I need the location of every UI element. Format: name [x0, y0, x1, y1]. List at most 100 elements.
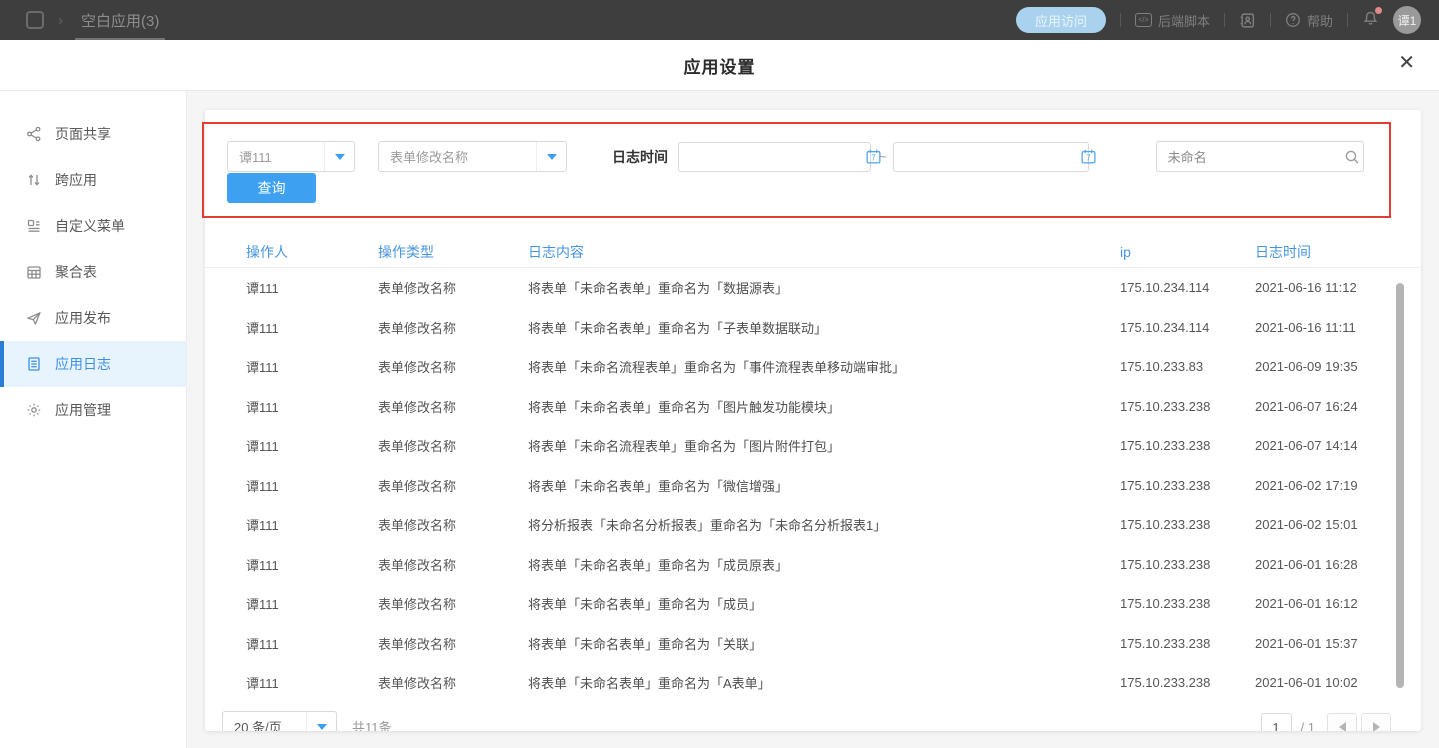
- table-row[interactable]: 谭111 表单修改名称 将表单「未命名表单」重命名为「成员」 175.10.23…: [205, 584, 1421, 624]
- calendar-icon[interactable]: 7: [1080, 148, 1097, 165]
- search-icon[interactable]: [1344, 149, 1360, 165]
- sidebar-item-app-publish[interactable]: 应用发布: [0, 295, 186, 341]
- cell-type: 表单修改名称: [378, 397, 528, 416]
- sidebar-item-label: 应用管理: [55, 400, 111, 420]
- cell-ip: 175.10.234.114: [1120, 280, 1255, 295]
- modal-header: 应用设置 ✕: [0, 40, 1439, 91]
- col-operator[interactable]: 操作人: [246, 242, 378, 262]
- table-body: 谭111 表单修改名称 将表单「未命名表单」重命名为「数据源表」 175.10.…: [205, 268, 1421, 703]
- sidebar-item-cross-app[interactable]: 跨应用: [0, 157, 186, 203]
- app-home-icon[interactable]: [26, 11, 44, 29]
- pagination-right: 1 / 1: [1261, 713, 1391, 731]
- aggregate-table-icon: [25, 264, 42, 281]
- cell-content: 将表单「未命名流程表单」重命名为「事件流程表单移动端审批」: [528, 357, 1120, 376]
- cell-ip: 175.10.233.238: [1120, 596, 1255, 611]
- sidebar-item-custom-menu[interactable]: 自定义菜单: [0, 203, 186, 249]
- col-ip[interactable]: ip: [1120, 244, 1255, 260]
- cell-ip: 175.10.233.238: [1120, 399, 1255, 414]
- table-row[interactable]: 谭111 表单修改名称 将表单「未命名表单」重命名为「子表单数据联动」 175.…: [205, 308, 1421, 348]
- help-button[interactable]: 帮助: [1285, 11, 1333, 30]
- user-avatar[interactable]: 谭1: [1393, 6, 1421, 34]
- sidebar-item-page-share[interactable]: 页面共享: [0, 111, 186, 157]
- chevron-down-icon: [324, 142, 354, 171]
- sidebar-item-app-manage[interactable]: 应用管理: [0, 387, 186, 433]
- close-icon[interactable]: ✕: [1398, 53, 1415, 73]
- svg-text:7: 7: [1086, 153, 1091, 162]
- table-row[interactable]: 谭111 表单修改名称 将表单「未命名表单」重命名为「成员原表」 175.10.…: [205, 545, 1421, 585]
- table-row[interactable]: 谭111 表单修改名称 将分析报表「未命名分析报表」重命名为「未命名分析报表1」…: [205, 505, 1421, 545]
- divider: [1270, 13, 1271, 27]
- cell-operator: 谭111: [246, 278, 378, 297]
- cell-operator: 谭111: [246, 476, 378, 495]
- filter-bar: 谭111 表单修改名称 日志时间 7 ~: [205, 110, 1421, 172]
- sidebar-item-aggregate-table[interactable]: 聚合表: [0, 249, 186, 295]
- date-from-field[interactable]: 7: [678, 142, 871, 172]
- cell-operator: 谭111: [246, 436, 378, 455]
- log-time-label: 日志时间: [612, 147, 668, 167]
- page-size-select[interactable]: 20 条/页: [222, 711, 337, 731]
- log-card: 谭111 表单修改名称 日志时间 7 ~: [205, 110, 1421, 731]
- address-book-icon: [1239, 12, 1256, 29]
- backend-script-button[interactable]: </> 后端脚本: [1135, 11, 1210, 30]
- sidebar-item-label: 页面共享: [55, 124, 111, 144]
- total-count: 共11条: [352, 717, 392, 731]
- breadcrumb: › 空白应用(3): [26, 0, 163, 40]
- cell-content: 将表单「未命名流程表单」重命名为「图片附件打包」: [528, 436, 1120, 455]
- swap-arrows-icon: [25, 172, 42, 189]
- cell-type: 表单修改名称: [378, 515, 528, 534]
- search-field[interactable]: [1156, 141, 1364, 172]
- table-row[interactable]: 谭111 表单修改名称 将表单「未命名流程表单」重命名为「图片附件打包」 175…: [205, 426, 1421, 466]
- custom-menu-icon: [25, 218, 42, 235]
- cell-type: 表单修改名称: [378, 594, 528, 613]
- table-row[interactable]: 谭111 表单修改名称 将表单「未命名表单」重命名为「图片触发功能模块」 175…: [205, 387, 1421, 427]
- cell-ip: 175.10.234.114: [1120, 320, 1255, 335]
- chevron-down-icon: [306, 712, 336, 731]
- divider: [1120, 13, 1121, 27]
- table-row[interactable]: 谭111 表单修改名称 将表单「未命名表单」重命名为「关联」 175.10.23…: [205, 624, 1421, 664]
- operation-type-select[interactable]: 表单修改名称: [378, 141, 567, 172]
- top-app-bar: › 空白应用(3) 应用访问 </> 后端脚本 帮助: [0, 0, 1439, 40]
- log-document-icon: [25, 356, 42, 373]
- date-to-input[interactable]: [894, 143, 1080, 171]
- notification-bell-icon[interactable]: [1362, 9, 1379, 31]
- table-row[interactable]: 谭111 表单修改名称 将表单「未命名流程表单」重命名为「事件流程表单移动端审批…: [205, 347, 1421, 387]
- col-type[interactable]: 操作类型: [378, 242, 528, 262]
- table-header: 操作人 操作类型 日志内容 ip 日志时间: [205, 236, 1421, 268]
- backend-script-label: 后端脚本: [1158, 11, 1210, 30]
- breadcrumb-app-name[interactable]: 空白应用(3): [77, 10, 163, 31]
- share-icon: [25, 126, 42, 143]
- cell-ip: 175.10.233.238: [1120, 636, 1255, 651]
- cell-operator: 谭111: [246, 673, 378, 692]
- cell-ip: 175.10.233.238: [1120, 478, 1255, 493]
- contacts-button[interactable]: [1239, 12, 1256, 29]
- chevron-right-icon: ›: [58, 12, 63, 29]
- cell-operator: 谭111: [246, 357, 378, 376]
- log-panel: 谭111 表单修改名称 日志时间 7 ~: [187, 91, 1439, 748]
- next-page-button[interactable]: [1361, 713, 1391, 731]
- prev-page-button[interactable]: [1327, 713, 1357, 731]
- date-from-input[interactable]: [679, 143, 865, 171]
- operator-select[interactable]: 谭111: [227, 141, 355, 172]
- cell-content: 将分析报表「未命名分析报表」重命名为「未命名分析报表1」: [528, 515, 1120, 534]
- table-row[interactable]: 谭111 表单修改名称 将表单「未命名表单」重命名为「A表单」 175.10.2…: [205, 663, 1421, 703]
- cell-ip: 175.10.233.238: [1120, 557, 1255, 572]
- settings-sidebar: 页面共享 跨应用 自定义菜单: [0, 91, 187, 748]
- search-input[interactable]: [1157, 149, 1344, 164]
- col-content[interactable]: 日志内容: [528, 242, 1120, 262]
- scrollbar-thumb[interactable]: [1396, 283, 1404, 688]
- gear-icon: [25, 402, 42, 419]
- app-access-button[interactable]: 应用访问: [1016, 7, 1106, 33]
- table-row[interactable]: 谭111 表单修改名称 将表单「未命名表单」重命名为「数据源表」 175.10.…: [205, 268, 1421, 308]
- col-time[interactable]: 日志时间: [1255, 242, 1421, 262]
- notification-dot: [1375, 7, 1382, 14]
- query-button[interactable]: 查询: [227, 173, 316, 203]
- page-size-value: 20 条/页: [223, 717, 306, 731]
- cell-type: 表单修改名称: [378, 673, 528, 692]
- page-of-label: / 1: [1301, 720, 1315, 732]
- cell-operator: 谭111: [246, 397, 378, 416]
- cell-ip: 175.10.233.238: [1120, 438, 1255, 453]
- current-page-input[interactable]: 1: [1261, 713, 1292, 731]
- sidebar-item-app-log[interactable]: 应用日志: [0, 341, 186, 387]
- table-row[interactable]: 谭111 表单修改名称 将表单「未命名表单」重命名为「微信增强」 175.10.…: [205, 466, 1421, 506]
- date-to-field[interactable]: 7: [893, 142, 1089, 172]
